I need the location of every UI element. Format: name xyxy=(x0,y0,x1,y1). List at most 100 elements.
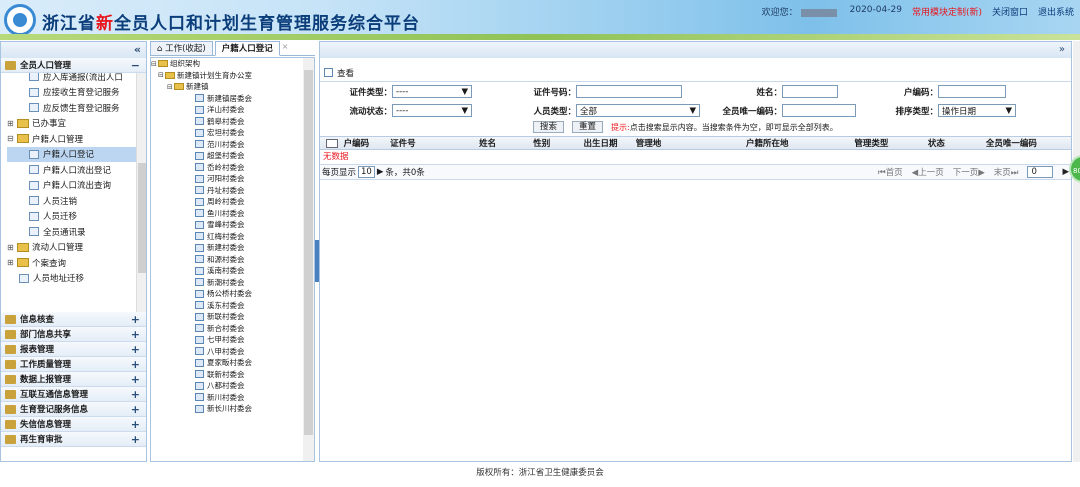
tab-close-icon[interactable]: × xyxy=(282,41,289,55)
unique-id-input[interactable] xyxy=(782,104,856,117)
sidebar-group-population[interactable]: 全员人口管理 − xyxy=(1,58,146,73)
select-all-checkbox[interactable] xyxy=(326,138,338,148)
sidebar-item[interactable]: 人员地址迁移 xyxy=(7,271,146,287)
page-icon xyxy=(195,335,204,344)
sidebar-item[interactable]: ⊞ 流动人口管理 xyxy=(7,240,146,256)
org-village-item[interactable]: 雪峰村委会 xyxy=(151,219,314,231)
sidebar-group[interactable]: 互联互通信息管理 + xyxy=(1,387,146,402)
org-village-item[interactable]: 岙岭村委会 xyxy=(151,162,314,174)
org-village-item[interactable]: 八甲村委会 xyxy=(151,346,314,358)
sidebar-group[interactable]: 数据上报管理 + xyxy=(1,372,146,387)
sort-type-select[interactable]: 操作日期 ▼ xyxy=(938,104,1016,117)
folder-icon xyxy=(5,60,16,70)
last-page-button[interactable]: 末页⏭ xyxy=(994,166,1019,178)
first-page-button[interactable]: ⏮首页 xyxy=(878,166,903,178)
org-village-item[interactable]: 新川村委会 xyxy=(151,392,314,404)
sidebar-group[interactable]: 生育登记服务信息 + xyxy=(1,402,146,417)
reset-button[interactable]: 重置 xyxy=(572,121,604,133)
sidebar-item[interactable]: ⊞ 已办事宜 xyxy=(7,116,146,132)
org-village-item[interactable]: 新潮村委会 xyxy=(151,277,314,289)
sidebar-item[interactable]: 全员通讯录 xyxy=(7,224,146,240)
main-collapse-button[interactable]: » xyxy=(320,42,1071,58)
org-village-item[interactable]: 溪南村委会 xyxy=(151,265,314,277)
org-village-item[interactable]: 新合村委会 xyxy=(151,323,314,335)
sidebar-item[interactable]: 人员迁移 xyxy=(7,209,146,225)
sidebar-item[interactable]: 应反馈生育登记服务 xyxy=(7,100,146,116)
close-window-link[interactable]: 关闭窗口 xyxy=(992,5,1028,18)
sidebar-item[interactable]: 应入库通报(流出人口 xyxy=(7,73,146,85)
per-page-arrow-icon[interactable]: ▶ xyxy=(377,167,384,177)
sidebar-group[interactable]: 工作质量管理 + xyxy=(1,357,146,372)
search-button[interactable]: 搜索 xyxy=(533,121,565,133)
move-status-select[interactable]: ---- ▼ xyxy=(392,104,472,117)
org-village-item[interactable]: 杨公桥村委会 xyxy=(151,288,314,300)
org-village-item[interactable]: 丹址村委会 xyxy=(151,185,314,197)
page-icon xyxy=(195,163,204,172)
next-page-button[interactable]: 下一页▶ xyxy=(953,166,985,178)
sidebar-group[interactable]: 再生育审批 + xyxy=(1,432,146,447)
tab-household-registration[interactable]: 户籍人口登记 xyxy=(214,41,280,56)
org-village-item[interactable]: 新建村委会 xyxy=(151,242,314,254)
page-scrollbar[interactable] xyxy=(1073,41,1080,462)
org-village-item[interactable]: 洋山村委会 xyxy=(151,104,314,116)
expand-toggle-icon[interactable]: ⊞ xyxy=(7,119,15,128)
sidebar-group[interactable]: 报表管理 + xyxy=(1,342,146,357)
sidebar-item[interactable]: 户籍人口流出登记 xyxy=(7,162,146,178)
org-village-item[interactable]: 七甲村委会 xyxy=(151,334,314,346)
sidebar-scrollbar[interactable] xyxy=(136,73,146,312)
org-village-item[interactable]: 联新村委会 xyxy=(151,369,314,381)
folder-icon xyxy=(5,434,16,444)
org-office[interactable]: ⊟ 新建镇计划生育办公室 xyxy=(151,70,314,82)
org-village-item[interactable]: 范川村委会 xyxy=(151,139,314,151)
org-tree-scrollbar[interactable] xyxy=(303,58,314,461)
column-header: 全员唯一编码 xyxy=(985,139,1037,149)
org-village-item[interactable]: 鱼川村委会 xyxy=(151,208,314,220)
org-village-item[interactable]: 鹤皋村委会 xyxy=(151,116,314,128)
household-number-input[interactable] xyxy=(938,85,1006,98)
exit-system-link[interactable]: 退出系统 xyxy=(1038,5,1074,18)
per-page-select[interactable]: 10 xyxy=(358,166,375,178)
org-village-item[interactable]: 夏家畈村委会 xyxy=(151,357,314,369)
page-number-input[interactable]: 0 xyxy=(1027,166,1054,178)
folder-icon xyxy=(17,242,29,252)
org-village-item[interactable]: 河阳村委会 xyxy=(151,173,314,185)
prev-page-button[interactable]: ◀上一页 xyxy=(912,166,944,178)
custom-modules-link[interactable]: 常用模块定制(新) xyxy=(912,5,982,18)
org-village-item[interactable]: 宏坦村委会 xyxy=(151,127,314,139)
org-village-item[interactable]: 八都村委会 xyxy=(151,380,314,392)
sidebar-group[interactable]: 失信信息管理 + xyxy=(1,417,146,432)
column-header: 管理类型 xyxy=(854,139,889,149)
person-type-select[interactable]: 全部 ▼ xyxy=(576,104,700,117)
org-village-item[interactable]: 新长川村委会 xyxy=(151,403,314,415)
folder-icon xyxy=(158,60,168,68)
org-root[interactable]: ⊟ 组织架构 xyxy=(151,58,314,70)
sidebar-group[interactable]: 信息核查 + xyxy=(1,312,146,327)
sidebar-item[interactable]: ⊞ 个案查询 xyxy=(7,255,146,271)
expand-toggle-icon[interactable]: ⊞ xyxy=(7,243,15,252)
logo-icon xyxy=(4,4,36,36)
sidebar-item[interactable]: 户籍人口登记 xyxy=(7,146,146,162)
sidebar-item[interactable]: 户籍人口流出查询 xyxy=(7,178,146,194)
sidebar-group[interactable]: 部门信息共享 + xyxy=(1,327,146,342)
sidebar-item[interactable]: ⊟ 户籍人口管理 xyxy=(7,131,146,147)
sidebar-item[interactable]: 人员注销 xyxy=(7,193,146,209)
org-village-item[interactable]: 溪东村委会 xyxy=(151,300,314,312)
page-icon xyxy=(195,140,204,149)
org-village-item[interactable]: 周岭村委会 xyxy=(151,196,314,208)
tab-bar: ⌂ 工作(收起) 户籍人口登记 × xyxy=(150,41,315,56)
expand-toggle-icon[interactable]: ⊞ xyxy=(7,258,15,267)
org-village-item[interactable]: 超堡村委会 xyxy=(151,150,314,162)
org-village-item[interactable]: 新建镇居委会 xyxy=(151,93,314,105)
tab-work[interactable]: ⌂ 工作(收起) xyxy=(150,41,213,56)
id-type-select[interactable]: ---- ▼ xyxy=(392,85,472,98)
expand-toggle-icon[interactable]: ⊟ xyxy=(7,134,15,143)
org-village-item[interactable]: 新联村委会 xyxy=(151,311,314,323)
org-village-item[interactable]: 和源村委会 xyxy=(151,254,314,266)
sidebar-collapse-button[interactable]: « xyxy=(1,42,146,58)
id-number-input[interactable] xyxy=(576,85,682,98)
org-town[interactable]: ⊟ 新建镇 xyxy=(151,81,314,93)
name-input[interactable] xyxy=(782,85,838,98)
org-village-item[interactable]: 红梅村委会 xyxy=(151,231,314,243)
sidebar-item[interactable]: 应接收生育登记服务 xyxy=(7,85,146,101)
page-icon xyxy=(195,232,204,241)
